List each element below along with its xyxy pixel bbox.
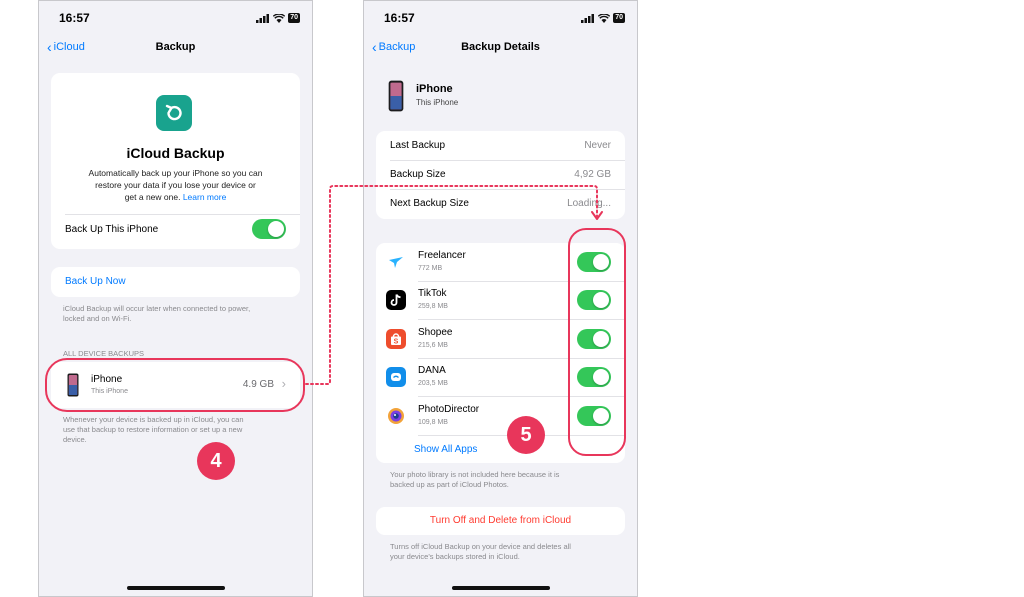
device-name: iPhone bbox=[416, 83, 453, 95]
hero-desc-line-3: get a new one. Learn more bbox=[51, 191, 300, 203]
nav-bar: ‹ iCloud Backup bbox=[39, 39, 312, 57]
app-name: Freelancer bbox=[418, 250, 466, 261]
status-icons: 70 bbox=[256, 13, 300, 23]
last-backup-label: Last Backup bbox=[390, 140, 446, 151]
back-up-now-card: Back Up Now bbox=[51, 267, 300, 297]
dana-logo-icon bbox=[391, 373, 401, 381]
photodirector-lens-icon bbox=[388, 408, 404, 424]
nav-bar: ‹ Backup Backup Details bbox=[364, 39, 637, 57]
iphone-device-icon bbox=[388, 80, 404, 112]
divider bbox=[390, 189, 625, 190]
freelancer-app-icon bbox=[386, 252, 406, 272]
app-name: Shopee bbox=[418, 327, 453, 338]
turn-off-note-line: your device's backups stored in iCloud. bbox=[390, 552, 520, 561]
page-title: Backup Details bbox=[461, 41, 540, 53]
battery-icon: 70 bbox=[288, 13, 300, 23]
home-indicator bbox=[126, 586, 225, 590]
backup-info-card: Last Backup Never Backup Size 4,92 GB Ne… bbox=[376, 131, 625, 219]
photodirector-app-icon bbox=[386, 406, 406, 426]
step-5-highlight bbox=[568, 228, 626, 456]
backup-note: iCloud Backup will occur later when conn… bbox=[63, 304, 250, 324]
back-up-now-button[interactable]: Back Up Now bbox=[65, 276, 126, 287]
divider bbox=[65, 214, 300, 215]
app-name: DANA bbox=[418, 365, 446, 376]
hero-desc-line: Automatically back up your iPhone so you… bbox=[88, 168, 263, 178]
step-5-badge: 5 bbox=[507, 416, 545, 454]
app-size: 109,8 MB bbox=[418, 419, 448, 426]
step-4-highlight bbox=[45, 358, 305, 412]
backup-note-line: iCloud Backup will occur later when conn… bbox=[63, 304, 251, 313]
icloud-backup-app-icon bbox=[156, 95, 192, 131]
cellular-signal-icon bbox=[581, 13, 595, 23]
shopee-app-icon: S bbox=[386, 329, 406, 349]
photo-note-line: Your photo library is not included here … bbox=[390, 470, 560, 479]
cellular-signal-icon bbox=[256, 13, 270, 23]
photo-note-line: backed up as part of iCloud Photos. bbox=[390, 480, 509, 489]
device-note-line: use that backup to restore information o… bbox=[63, 425, 243, 434]
app-size: 215,6 MB bbox=[418, 342, 448, 349]
step-4-badge: 4 bbox=[197, 442, 235, 480]
device-subtitle: This iPhone bbox=[416, 98, 459, 107]
device-note-line: Whenever your device is backed up in iCl… bbox=[63, 415, 244, 424]
app-name: PhotoDirector bbox=[418, 404, 480, 415]
app-size: 772 MB bbox=[418, 265, 443, 272]
learn-more-link[interactable]: Learn more bbox=[183, 192, 226, 202]
status-bar: 16:57 70 bbox=[364, 11, 637, 27]
last-backup-value: Never bbox=[584, 140, 611, 151]
wifi-icon bbox=[598, 13, 611, 23]
restore-arrow-icon bbox=[165, 104, 182, 121]
status-icons: 70 bbox=[581, 13, 625, 23]
status-time: 16:57 bbox=[384, 11, 415, 25]
svg-text:S: S bbox=[394, 339, 399, 346]
tiktok-app-icon bbox=[386, 290, 406, 310]
app-size: 259,8 MB bbox=[418, 303, 448, 310]
page-title: Backup bbox=[155, 41, 196, 53]
backup-size-label: Backup Size bbox=[390, 169, 446, 180]
hero-description: Automatically back up your iPhone so you… bbox=[51, 167, 300, 203]
turn-off-card: Turn Off and Delete from iCloud bbox=[376, 507, 625, 535]
device-note: Whenever your device is backed up in iCl… bbox=[63, 415, 244, 445]
wifi-icon bbox=[273, 13, 286, 23]
photo-library-note: Your photo library is not included here … bbox=[390, 470, 559, 490]
backup-screen: 16:57 70 ‹ iCloud Backup iCloud Backup Au… bbox=[38, 0, 313, 597]
shopee-bag-icon: S bbox=[391, 333, 401, 346]
turn-off-delete-button[interactable]: Turn Off and Delete from iCloud bbox=[376, 515, 625, 526]
turn-off-note: Turns off iCloud Backup on your device a… bbox=[390, 542, 571, 562]
hero-desc-line: restore your data if you lose your devic… bbox=[95, 180, 256, 190]
back-up-this-iphone-label: Back Up This iPhone bbox=[65, 224, 159, 235]
next-backup-size-value: Loading... bbox=[567, 198, 611, 209]
backup-note-line: locked and on Wi-Fi. bbox=[63, 314, 132, 323]
icloud-backup-card: iCloud Backup Automatically back up your… bbox=[51, 73, 300, 249]
hero-desc-text: get a new one. bbox=[124, 192, 181, 202]
status-bar: 16:57 70 bbox=[39, 11, 312, 27]
tiktok-note-icon bbox=[390, 294, 401, 306]
app-name: TikTok bbox=[418, 288, 447, 299]
home-indicator bbox=[451, 586, 550, 590]
next-backup-size-label: Next Backup Size bbox=[390, 198, 469, 209]
backup-this-iphone-toggle[interactable] bbox=[252, 219, 286, 239]
backup-size-value: 4,92 GB bbox=[574, 169, 611, 180]
battery-icon: 70 bbox=[613, 13, 625, 23]
app-size: 203,5 MB bbox=[418, 380, 448, 387]
status-time: 16:57 bbox=[59, 11, 90, 25]
hero-title: iCloud Backup bbox=[126, 145, 225, 161]
turn-off-note-line: Turns off iCloud Backup on your device a… bbox=[390, 542, 571, 551]
freelancer-bird-icon bbox=[389, 257, 403, 268]
show-all-apps-button[interactable]: Show All Apps bbox=[414, 444, 477, 455]
divider bbox=[390, 160, 625, 161]
dana-app-icon bbox=[386, 367, 406, 387]
